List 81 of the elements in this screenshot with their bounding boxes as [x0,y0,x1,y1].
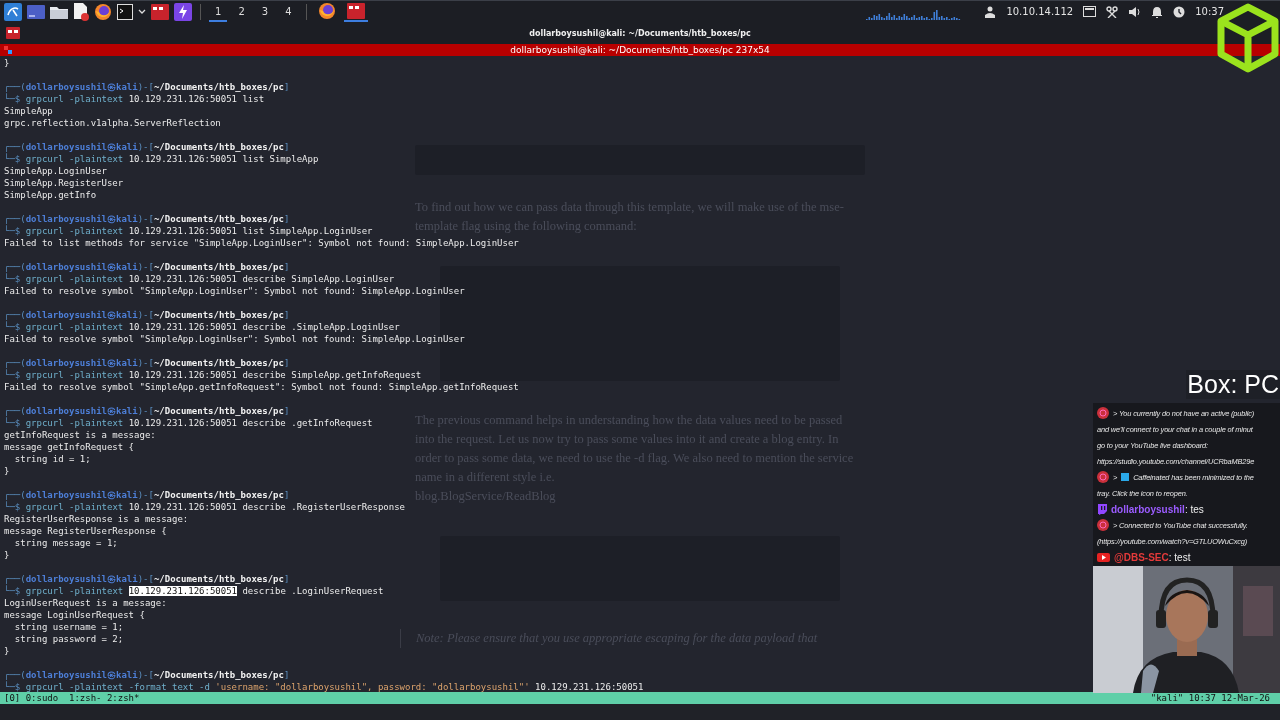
clock-icon[interactable] [1173,5,1186,18]
prompt-line: ┌──(dollarboysushil㉿kali)-[~/Documents/htb_boxes/pc] [4,213,290,225]
prompt-line: ┌──(dollarboysushil㉿kali)-[~/Documents/htb_boxes/pc] [4,357,290,369]
terminal-icon[interactable] [151,3,169,20]
browser-icon[interactable] [94,2,112,21]
document-icon[interactable] [73,2,89,21]
output-line: LoginUserRequest is a message: [4,597,167,609]
terminal-icon[interactable] [117,3,133,20]
caret-icon[interactable] [138,8,146,15]
bolt-icon[interactable] [174,2,192,21]
tmux-windows: [0] 0:sudo 1:zsh- 2:zsh* [4,693,140,703]
app-icon [1121,473,1130,481]
output-line: } [4,645,10,657]
window-title: dollarboysushil@kali: ~/Documents/htb_boxes/pc [529,28,751,38]
volume-icon[interactable] [1128,5,1142,18]
play-icon [1097,552,1110,562]
output-line: message LoginUserRequest { [4,609,145,621]
output-line: } [4,465,10,477]
chat-username: @DBS-SEC [1114,551,1169,563]
chat-message: : test [1168,551,1191,563]
terminal-title: dollarboysushil@kali: ~/Documents/htb_boxes/pc 237x54 [510,45,770,55]
output-line: getInfoRequest is a message: [4,429,156,441]
output-line: string password = 2; [13,633,124,645]
command-line: └─$ grpcurl -plaintext 10.129.231.126:50051 list SimpleApp [4,153,319,165]
box-label: Box: PC [1186,370,1280,399]
twitch-icon [1097,503,1107,515]
prompt-line: ┌──(dollarboysushil㉿kali)-[~/Documents/htb_boxes/pc] [4,141,290,153]
bell-icon[interactable] [1151,5,1164,18]
command-line: └─$ grpcurl -plaintext 10.129.231.126:50051 describe SimpleApp.LoginUser [4,273,395,285]
output-line: SimpleApp.getInfo [4,189,97,201]
output-line: string message = 1; [13,537,118,549]
scissors-icon[interactable] [1106,5,1119,18]
output-line: string id = 1; [13,453,91,465]
output-line: RegisterUserResponse is a message: [4,513,189,525]
prompt-line: ┌──(dollarboysushil㉿kali)-[~/Documents/htb_boxes/pc] [4,669,290,681]
command-line: └─$ grpcurl -plaintext 10.129.231.126:50051 describe .LoginUserRequest [4,585,384,597]
output-line: grpc.reflection.v1alpha.ServerReflection [4,117,221,129]
output-line: SimpleApp [4,105,53,117]
command-line: └─$ grpcurl -plaintext 10.129.231.126:50051 describe .SimpleApp.LoginUser [4,321,400,333]
dragon-icon[interactable] [4,2,22,21]
ip-address: 10.10.14.112 [1006,6,1074,17]
output-line: message getInfoRequest { [4,441,135,453]
prompt-line: ┌──(dollarboysushil㉿kali)-[~/Documents/htb_boxes/pc] [4,261,290,273]
output-line: SimpleApp.RegisterUser [4,177,124,189]
command-line: └─$ grpcurl -plaintext 10.129.231.126:50051 describe .getInfoRequest [4,417,373,429]
pane-icon [4,46,12,54]
terminal-icon [6,27,20,39]
command-line: └─$ grpcurl -plaintext 10.129.231.126:50051 describe .RegisterUserResponse [4,501,405,513]
prompt-line: ┌──(dollarboysushil㉿kali)-[~/Documents/htb_boxes/pc] [4,405,290,417]
bot-icon [1097,519,1109,531]
desktop-icon[interactable] [27,4,45,19]
command-line: └─$ grpcurl -plaintext 10.129.231.126:50051 describe SimpleApp.getInfoRequest [4,369,422,381]
output-line: string username = 1; [13,621,124,633]
bot-icon [1097,471,1109,483]
workspace-button[interactable]: 4 [279,1,298,22]
prompt-line: ┌──(dollarboysushil㉿kali)-[~/Documents/htb_boxes/pc] [4,309,290,321]
workspace-button[interactable]: 3 [255,1,275,22]
command-line: └─$ grpcurl -plaintext 10.129.231.126:50051 list SimpleApp.LoginUser [4,225,373,237]
prompt-line: ┌──(dollarboysushil㉿kali)-[~/Documents/htb_boxes/pc] [4,573,290,585]
bot-icon [1097,407,1109,419]
vpn-icon[interactable] [984,5,997,18]
folder-icon[interactable] [50,4,68,19]
prompt-line: ┌──(dollarboysushil㉿kali)-[~/Documents/htb_boxes/pc] [4,489,290,501]
tmux-status: "kali" 10:37 12-Mar-26 [1150,693,1270,703]
chat-username: dollarboysushil [1111,503,1185,515]
output-line: message RegisterUserResponse { [4,525,167,537]
task-button[interactable] [343,1,368,22]
output-line: Failed to resolve symbol "SimpleApp.LoginUser": Symbol not found: SimpleApp.LoginUser [4,333,465,345]
command-line: └─$ grpcurl -plaintext -format text -d 'username: "dollarboysushil", password: "dollarboysushil"' 10.129.231.126:50051 [4,681,644,692]
output-line: Failed to resolve symbol "SimpleApp.LoginUser": Symbol not found: SimpleApp.LoginUser [4,285,465,297]
window-icon[interactable] [1083,6,1097,17]
output-line: SimpleApp.LoginUser [4,165,107,177]
output-line: Failed to list methods for service "SimpleApp.LoginUser": Symbol not found: SimpleApp.LoginUser [4,237,519,249]
output-line: } [4,57,10,69]
workspace-button[interactable]: 2 [232,1,251,22]
chat-message: : tes [1184,503,1204,515]
clock-time: 10:37 [1195,6,1224,17]
output-line: Failed to resolve symbol "SimpleApp.getInfoRequest": Symbol not found: SimpleApp.getInfoRequest [4,381,519,393]
output-line: } [4,549,10,561]
prompt-line: ┌──(dollarboysushil㉿kali)-[~/Documents/htb_boxes/pc] [4,81,290,93]
command-line: └─$ grpcurl -plaintext 10.129.231.126:50051 list [4,93,265,105]
